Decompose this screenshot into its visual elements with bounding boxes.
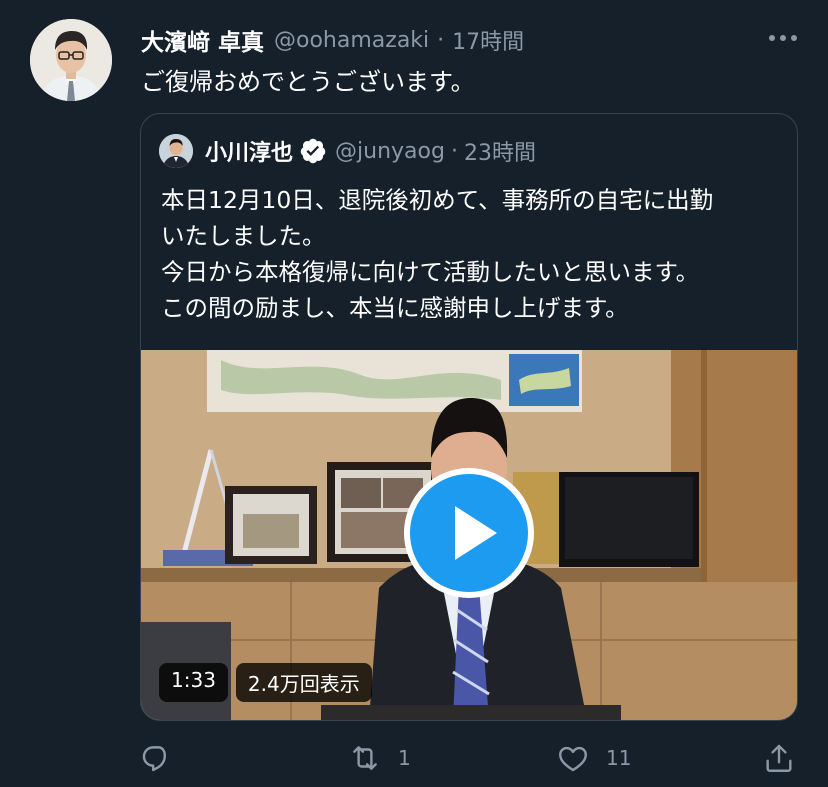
video-player[interactable]: 1:33 2.4万回表示 xyxy=(141,350,797,720)
share-button[interactable] xyxy=(762,739,796,777)
retweet-count: 1 xyxy=(398,746,411,770)
author-avatar[interactable] xyxy=(30,19,112,101)
video-view-count: 2.4万回表示 xyxy=(235,663,372,702)
quoted-tweet[interactable]: 小川淳也 @junyaog · 23時間 本日12月10日、退院後初めて、事務所… xyxy=(140,113,798,721)
play-button[interactable] xyxy=(402,466,536,600)
quoted-author-handle[interactable]: @junyaog xyxy=(335,139,445,164)
verified-badge-icon xyxy=(299,137,327,165)
quoted-tweet-header: 小川淳也 @junyaog · 23時間 xyxy=(205,134,536,168)
author-handle[interactable]: @oohamazaki xyxy=(274,28,429,53)
share-icon xyxy=(766,744,792,772)
like-count: 11 xyxy=(606,746,632,770)
like-button[interactable]: 11 xyxy=(556,739,631,777)
separator-dot: · xyxy=(450,138,458,164)
more-icon[interactable] xyxy=(766,28,800,48)
tweet-header: 大濱﨑 卓真 @oohamazaki · 17時間 xyxy=(141,22,524,58)
reply-icon xyxy=(142,746,167,772)
like-icon xyxy=(559,746,587,772)
retweet-button[interactable]: 1 xyxy=(348,739,411,777)
quoted-tweet-text: 本日12月10日、退院後初めて、事務所の自宅に出勤 いたしました。 今日から本格… xyxy=(161,182,785,326)
video-badges: 1:33 2.4万回表示 xyxy=(159,663,372,702)
retweet-icon xyxy=(353,746,377,770)
quoted-text-line: 本日12月10日、退院後初めて、事務所の自宅に出勤 xyxy=(161,186,714,214)
quoted-text-line: いたしました。 xyxy=(161,222,326,250)
play-icon xyxy=(404,468,534,598)
tweet-timestamp[interactable]: 17時間 xyxy=(452,24,524,56)
reply-button[interactable] xyxy=(139,739,189,777)
quoted-author-name[interactable]: 小川淳也 xyxy=(205,135,293,167)
quoted-text-line: この間の励まし、本当に感謝申し上げます。 xyxy=(161,294,629,322)
video-duration: 1:33 xyxy=(159,663,228,702)
tweet-text: ご復帰おめでとうございます。 xyxy=(141,68,475,96)
separator-dot: · xyxy=(437,27,445,53)
author-name[interactable]: 大濱﨑 卓真 xyxy=(141,23,264,57)
tweet-actions: 1 11 xyxy=(0,739,828,779)
quoted-author-avatar[interactable] xyxy=(159,134,193,168)
quoted-text-line: 今日から本格復帰に向けて活動したいと思います。 xyxy=(161,258,700,286)
quoted-tweet-timestamp[interactable]: 23時間 xyxy=(464,135,536,167)
